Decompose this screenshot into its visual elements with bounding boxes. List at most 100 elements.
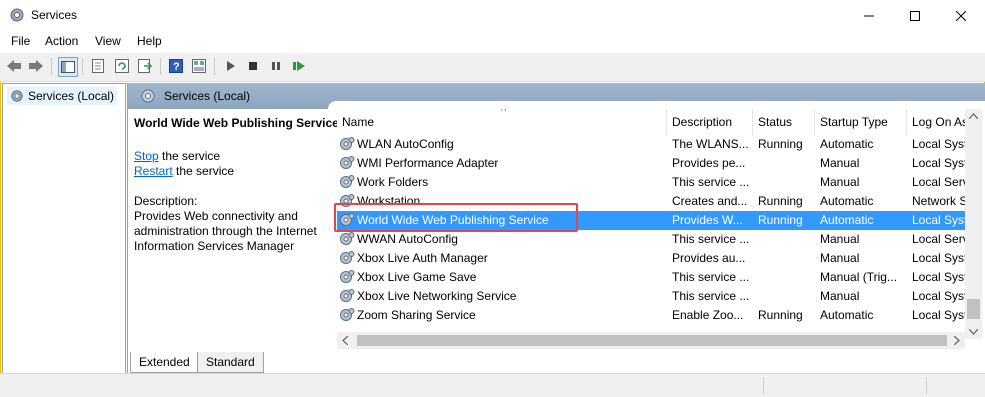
toolbar-separator xyxy=(51,58,52,75)
svg-text:?: ? xyxy=(173,61,180,73)
tree-item-services-local[interactable]: Services (Local) xyxy=(7,87,118,105)
close-icon xyxy=(956,10,966,21)
start-service-button[interactable] xyxy=(222,57,240,75)
column-header-log-on-as[interactable]: Log On As xyxy=(907,109,965,135)
menu-view[interactable]: View xyxy=(95,34,121,48)
selected-service-title: World Wide Web Publishing Service xyxy=(134,116,339,130)
service-startup: Automatic xyxy=(820,194,874,208)
close-button[interactable] xyxy=(938,0,984,31)
horizontal-scrollbar[interactable] xyxy=(337,332,965,349)
column-header-description[interactable]: Description xyxy=(667,109,753,135)
status-bar xyxy=(0,373,985,397)
maximize-button[interactable] xyxy=(892,0,938,31)
service-status: Running xyxy=(758,194,803,208)
pause-service-button[interactable] xyxy=(267,57,285,75)
maximize-icon xyxy=(910,10,920,21)
back-button[interactable] xyxy=(5,57,23,75)
table-row[interactable]: Work Folders This service ... Manual Local … xyxy=(337,173,965,192)
start-service-icon xyxy=(227,61,235,71)
pause-service-icon xyxy=(272,62,280,70)
service-desc: The WLANS... xyxy=(672,137,749,151)
toolbar-separator xyxy=(160,58,161,75)
service-logon: Local Syst xyxy=(912,289,965,303)
forward-icon xyxy=(29,60,43,72)
table-row[interactable]: WMI Performance Adapter Provides pe... Man… xyxy=(337,154,965,173)
service-startup: Manual xyxy=(820,232,860,246)
console-view-button[interactable] xyxy=(190,57,208,75)
properties-button[interactable] xyxy=(89,57,107,75)
toolbar-separator xyxy=(214,58,215,75)
restart-link[interactable]: Restart xyxy=(134,164,173,178)
table-row[interactable]: WWAN AutoConfig This service ... Manual Loc… xyxy=(337,230,965,249)
scroll-left-icon[interactable] xyxy=(342,336,348,345)
service-logon: Local Serv xyxy=(912,232,965,246)
service-gear-icon xyxy=(340,156,355,169)
service-startup: Automatic xyxy=(820,308,874,322)
service-startup: Manual xyxy=(820,289,860,303)
vertical-scroll-thumb[interactable] xyxy=(967,299,980,319)
service-gear-icon xyxy=(340,137,355,150)
highlight-box xyxy=(334,203,578,232)
toolbar: ? xyxy=(0,53,985,82)
tab-standard[interactable]: Standard xyxy=(197,352,264,373)
table-header: ^ Name Description Status Startup Type L… xyxy=(337,109,965,135)
service-desc: Creates and... xyxy=(672,194,748,208)
horizontal-scroll-thumb[interactable] xyxy=(357,335,947,346)
restart-service-icon xyxy=(293,61,305,71)
help-button[interactable]: ? xyxy=(167,57,185,75)
service-desc: This service ... xyxy=(672,289,750,303)
column-header-startup-type[interactable]: Startup Type xyxy=(815,109,907,135)
menu-help[interactable]: Help xyxy=(137,34,162,48)
minimize-button[interactable] xyxy=(846,0,892,31)
forward-button[interactable] xyxy=(27,57,45,75)
service-gear-icon xyxy=(340,289,355,302)
service-desc: This service ... xyxy=(672,232,750,246)
properties-icon xyxy=(92,59,104,73)
pane-header-title: Services (Local) xyxy=(164,89,251,103)
service-desc: This service ... xyxy=(672,175,750,189)
scroll-down-icon[interactable] xyxy=(969,329,978,335)
table-row[interactable]: Xbox Live Auth Manager Provides au... Manu… xyxy=(337,249,965,268)
vertical-scrollbar[interactable] xyxy=(965,109,982,339)
service-logon: Network S xyxy=(912,194,965,208)
service-startup: Manual (Trig... xyxy=(820,270,897,284)
service-logon: Local Syst xyxy=(912,308,965,322)
tab-extended[interactable]: Extended xyxy=(130,352,199,373)
console-tree: Services (Local) xyxy=(2,83,126,375)
table-row[interactable]: Zoom Sharing Service Enable Zoo... Running… xyxy=(337,306,965,325)
show-hide-tree-button[interactable] xyxy=(58,57,78,77)
service-name: WMI Performance Adapter xyxy=(357,156,499,170)
table-row[interactable]: Xbox Live Game Save This service ... Manua… xyxy=(337,268,965,287)
menu-file[interactable]: File xyxy=(11,34,30,48)
service-name: Xbox Live Networking Service xyxy=(357,289,517,303)
service-desc: Provides W... xyxy=(672,213,743,227)
service-logon: Local Syst xyxy=(912,213,965,227)
service-logon: Local Serv xyxy=(912,175,965,189)
menu-action[interactable]: Action xyxy=(45,34,78,48)
stop-service-button[interactable] xyxy=(244,57,262,75)
service-gear-icon xyxy=(340,251,355,264)
restart-service-button[interactable] xyxy=(290,57,308,75)
title-bar[interactable]: Services xyxy=(0,0,985,31)
service-desc: Provides pe... xyxy=(672,156,746,170)
tree-item-label: Services (Local) xyxy=(28,89,115,103)
pane-header: Services (Local) xyxy=(128,83,985,109)
column-header-status[interactable]: Status xyxy=(753,109,815,135)
description-line: Provides Web connectivity and xyxy=(134,209,298,223)
column-header-name[interactable]: Name xyxy=(337,109,667,135)
service-startup: Manual xyxy=(820,251,860,265)
service-logon: Local Syst xyxy=(912,251,965,265)
view-tabs: Extended Standard xyxy=(127,352,985,373)
refresh-button[interactable] xyxy=(113,57,131,75)
scroll-right-icon[interactable] xyxy=(954,336,960,345)
scroll-up-icon[interactable] xyxy=(969,113,978,119)
export-list-button[interactable] xyxy=(136,57,154,75)
stop-service-icon xyxy=(249,62,257,70)
table-row[interactable]: Xbox Live Networking Service This service… xyxy=(337,287,965,306)
service-gear-icon xyxy=(340,270,355,283)
service-startup: Automatic xyxy=(820,137,874,151)
stop-line: Stop the service xyxy=(134,149,332,164)
stop-link[interactable]: Stop xyxy=(134,149,159,163)
table-row[interactable]: WLAN AutoConfig The WLANS... Running Automa… xyxy=(337,135,965,154)
services-gear-icon xyxy=(10,8,24,22)
